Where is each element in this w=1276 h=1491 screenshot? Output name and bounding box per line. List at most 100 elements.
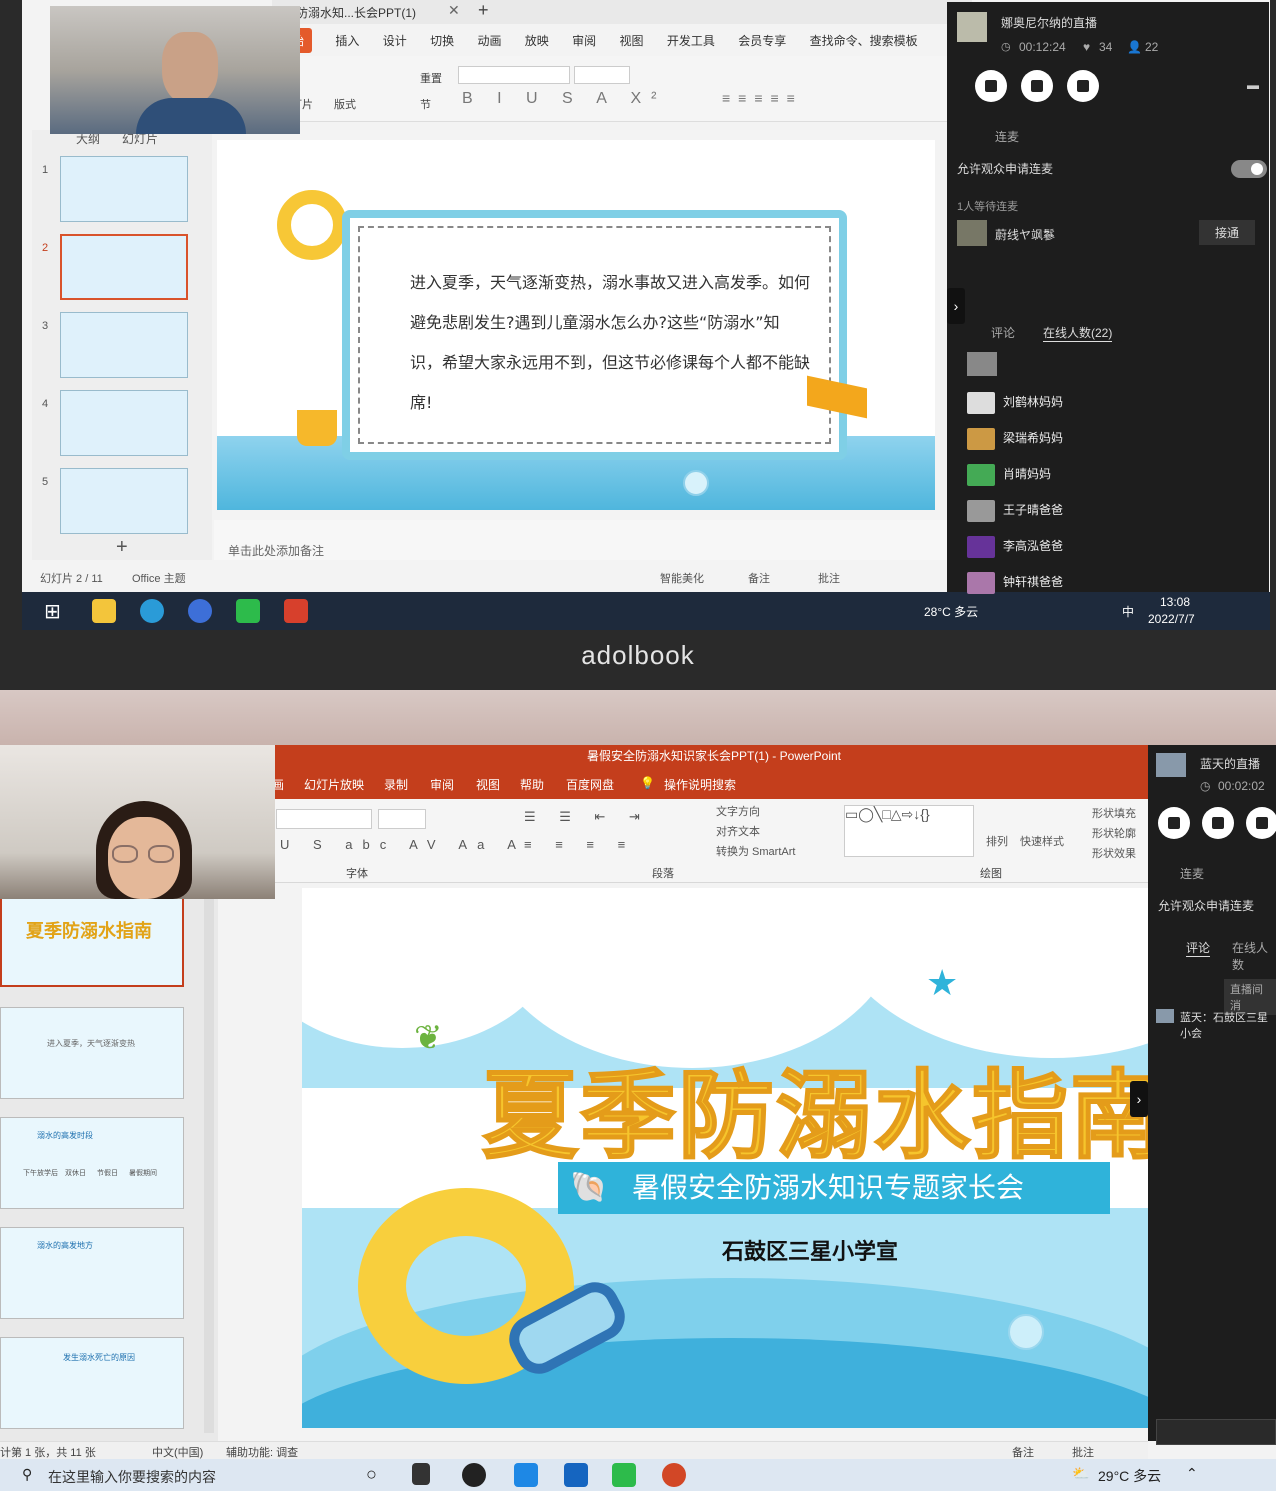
thumb-slide-2[interactable]: 进入夏季，天气逐渐变热	[0, 1007, 184, 1099]
font-format-icons[interactable]: U S abc AV Aa A	[280, 837, 526, 852]
menu-slideshow[interactable]: 放映	[525, 28, 549, 53]
thumb-slide-3[interactable]	[60, 312, 188, 378]
notes-area[interactable]: 单击此处添加备注	[214, 520, 949, 560]
menu-insert[interactable]: 插入	[335, 28, 359, 53]
screen-share-button[interactable]	[1067, 70, 1099, 102]
viewer-row[interactable]: 刘鹤林妈妈	[967, 392, 1063, 418]
new-tab-icon[interactable]: +	[478, 0, 489, 21]
menu-record[interactable]: 录制	[384, 776, 408, 793]
search-icon[interactable]: ⚲	[22, 1466, 32, 1483]
viewer-row[interactable]: 肖晴妈妈	[967, 464, 1051, 490]
accept-button[interactable]: 接通	[1199, 220, 1256, 245]
current-slide[interactable]: ★ ❦ 夏季防溺水指南 🐚 暑假安全防溺水知识专题家长会 石鼓区三星小学宣	[302, 888, 1148, 1428]
menu-view[interactable]: 视图	[476, 776, 500, 793]
format-icons[interactable]: B I U S A X²	[462, 90, 666, 108]
collapse-panel-icon[interactable]: ›	[947, 288, 965, 324]
menu-member[interactable]: 会员专享	[738, 28, 786, 53]
font-name-select[interactable]	[458, 66, 570, 84]
tab-comment[interactable]: 评论	[991, 324, 1015, 341]
viewer-row[interactable]: 李高泓爸爸	[967, 536, 1063, 562]
menu-search[interactable]: 查找命令、搜索模板	[810, 28, 918, 53]
list-icons[interactable]: ☰ ☰ ⇤ ⇥	[524, 809, 650, 825]
allow-apply-toggle[interactable]	[1231, 160, 1267, 178]
beautify-button[interactable]: 智能美化	[660, 570, 704, 586]
add-slide-icon[interactable]: +	[116, 536, 128, 559]
reset-button[interactable]: 重置	[420, 70, 442, 86]
tab-online[interactable]: 在线人数	[1232, 939, 1276, 973]
clock-date[interactable]: 2022/7/7	[1148, 612, 1195, 626]
text-direction-button[interactable]: 文字方向	[716, 803, 760, 819]
thumb-slide-1[interactable]	[60, 156, 188, 222]
thumb-scrollbar[interactable]	[204, 893, 214, 1433]
thumb-slide-3[interactable]: 溺水的高发时段 下午放学后 双休日 节假日 暑假期间	[0, 1117, 184, 1209]
weather-label[interactable]: 28°C 多云	[924, 603, 978, 620]
section-button[interactable]: 节	[420, 96, 431, 112]
smartart-button[interactable]: 转换为 SmartArt	[716, 843, 795, 859]
viewer-row[interactable]: 钟轩祺爸爸	[967, 572, 1063, 598]
current-slide[interactable]: 进入夏季，天气逐渐变热，溺水事故又进入高发季。如何避免悲剧发生?遇到儿童溺水怎么…	[217, 140, 935, 510]
comments-button[interactable]: 批注	[1072, 1444, 1094, 1460]
store-icon[interactable]	[564, 1463, 588, 1487]
thumb-slide-2[interactable]	[60, 234, 188, 300]
thumb-slide-1[interactable]: 夏季防溺水指南	[0, 895, 184, 987]
ime-indicator[interactable]: 中	[1122, 603, 1134, 620]
cortana-icon[interactable]: ○	[366, 1464, 377, 1485]
k-app-icon[interactable]	[188, 599, 212, 623]
menu-design[interactable]: 设计	[383, 28, 407, 53]
tab-online[interactable]: 在线人数(22)	[1043, 324, 1113, 342]
camera-button[interactable]	[975, 70, 1007, 102]
font-name-select[interactable]	[276, 809, 372, 829]
wechat-icon[interactable]	[612, 1463, 636, 1487]
menu-view[interactable]: 视图	[620, 28, 644, 53]
notes-button[interactable]: 备注	[1012, 1444, 1034, 1460]
viewer-row[interactable]: 梁瑞希妈妈	[967, 428, 1063, 454]
quick-styles-button[interactable]: 快速样式	[1020, 833, 1064, 849]
close-tab-icon[interactable]: ✕	[448, 2, 460, 19]
mail-icon[interactable]	[514, 1463, 538, 1487]
align-icons[interactable]: ≡ ≡ ≡ ≡	[524, 837, 635, 852]
arrange-button[interactable]: 排列	[986, 833, 1008, 849]
menu-baidu[interactable]: 百度网盘	[566, 776, 614, 793]
language[interactable]: 中文(中国)	[152, 1444, 203, 1460]
layout-button[interactable]: 版式	[334, 96, 356, 112]
accessibility[interactable]: 辅助功能: 调查	[226, 1444, 298, 1460]
powerpoint-icon[interactable]	[662, 1463, 686, 1487]
camera-button[interactable]	[1158, 807, 1190, 839]
menu-devtools[interactable]: 开发工具	[667, 28, 715, 53]
thumb-slide-5[interactable]	[60, 468, 188, 534]
menu-animation[interactable]: 动画	[477, 28, 501, 53]
tell-me-search[interactable]: 操作说明搜索	[664, 776, 736, 793]
shape-effects-button[interactable]: 形状效果	[1092, 845, 1136, 861]
menu-help[interactable]: 帮助	[520, 776, 544, 793]
mic-button[interactable]	[1202, 807, 1234, 839]
notes-button[interactable]: 备注	[748, 570, 770, 586]
thumb-slide-4[interactable]	[60, 390, 188, 456]
taskbar-search[interactable]: 在这里输入你要搜索的内容	[48, 1467, 216, 1487]
shape-fill-button[interactable]: 形状填充	[1092, 805, 1136, 821]
chat-icon[interactable]: ▬	[1247, 78, 1259, 92]
explorer-icon[interactable]	[92, 599, 116, 623]
clock-time[interactable]: 13:08	[1160, 595, 1190, 609]
menu-review[interactable]: 审阅	[430, 776, 454, 793]
wps-icon[interactable]	[284, 599, 308, 623]
font-size-select[interactable]	[378, 809, 426, 829]
shapes-gallery[interactable]: ▭◯╲□△⇨↓{}	[844, 805, 974, 857]
thumb-slide-5[interactable]: 发生溺水死亡的原因	[0, 1337, 184, 1429]
shape-outline-button[interactable]: 形状轮廓	[1092, 825, 1136, 841]
viewer-row[interactable]: 王子晴爸爸	[967, 500, 1063, 526]
wechat-icon[interactable]	[236, 599, 260, 623]
comment-input[interactable]	[1156, 1419, 1276, 1445]
align-text-button[interactable]: 对齐文本	[716, 823, 760, 839]
menu-review[interactable]: 审阅	[572, 28, 596, 53]
align-icons[interactable]: ≡≡≡≡≡	[722, 90, 803, 106]
menu-transition[interactable]: 切换	[430, 28, 454, 53]
comments-button[interactable]: 批注	[818, 570, 840, 586]
weather-label[interactable]: 29°C 多云	[1098, 1466, 1161, 1486]
app-icon[interactable]	[462, 1463, 486, 1487]
tab-comment[interactable]: 评论	[1186, 939, 1211, 957]
thumb-slide-4[interactable]: 溺水的高发地方	[0, 1227, 184, 1319]
font-size-select[interactable]	[574, 66, 630, 84]
mic-button[interactable]	[1021, 70, 1053, 102]
chevron-up-icon[interactable]: ⌃	[1186, 1465, 1198, 1482]
start-icon[interactable]: ⊞	[44, 599, 61, 624]
